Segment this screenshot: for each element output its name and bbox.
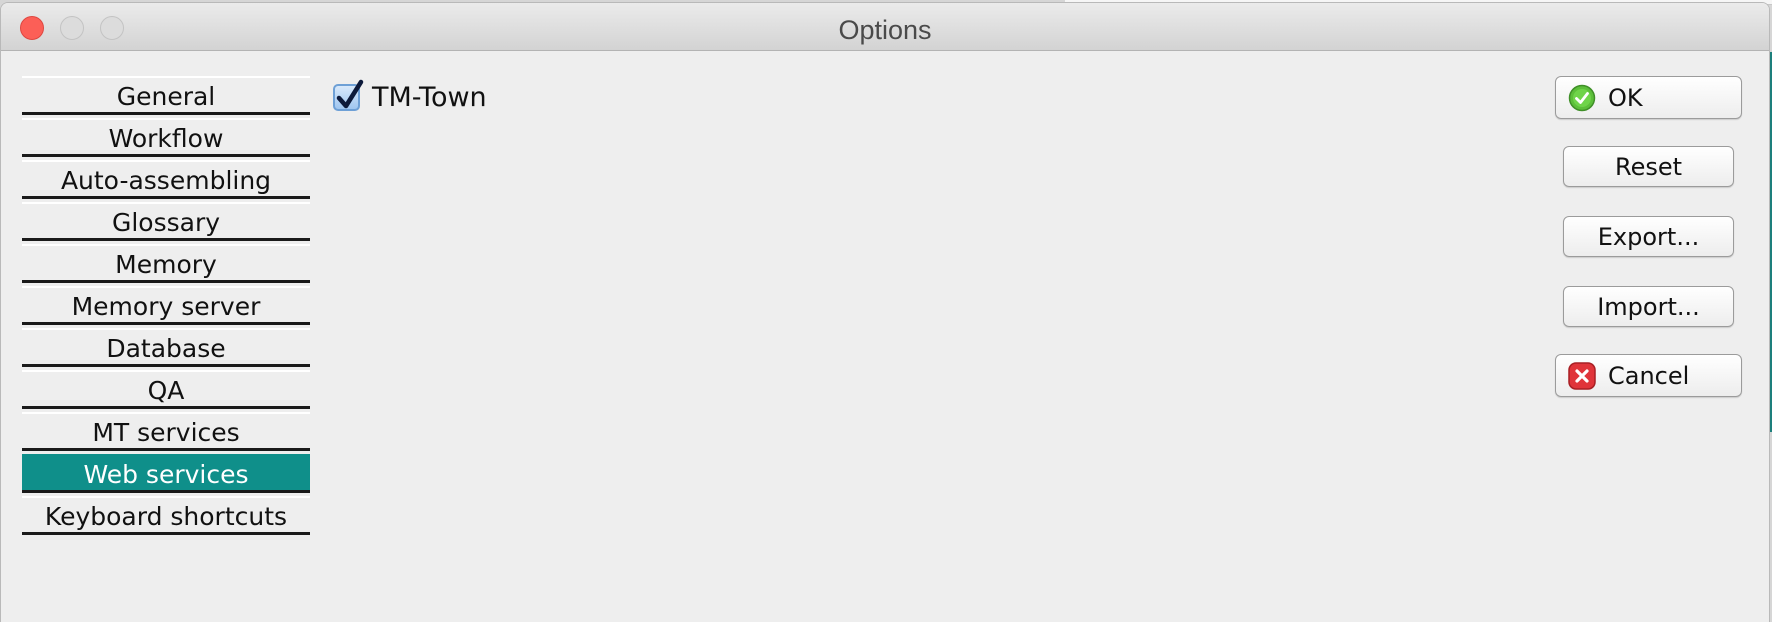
sidebar-item-mt-services[interactable]: MT services: [22, 412, 310, 451]
tmtown-option: TM-Town: [333, 79, 487, 115]
options-dialog: Options General Workflow Auto-assembling…: [1, 3, 1769, 622]
options-category-list: General Workflow Auto-assembling Glossar…: [22, 76, 310, 538]
sidebar-item-workflow[interactable]: Workflow: [22, 118, 310, 157]
export-button-label: Export...: [1597, 222, 1700, 251]
title-bar: Options: [1, 3, 1769, 51]
cancel-button-label: Cancel: [1608, 361, 1690, 390]
import-button-label: Import...: [1597, 292, 1700, 321]
close-x-icon: [1568, 361, 1596, 390]
sidebar-item-qa[interactable]: QA: [22, 370, 310, 409]
checkmark-icon: [336, 79, 364, 108]
window-title: Options: [838, 15, 932, 45]
sidebar-item-database[interactable]: Database: [22, 328, 310, 367]
reset-button[interactable]: Reset: [1563, 146, 1734, 187]
sidebar-item-keyboard-shortcuts[interactable]: Keyboard shortcuts: [22, 496, 310, 535]
sidebar-item-glossary[interactable]: Glossary: [22, 202, 310, 241]
reset-button-label: Reset: [1614, 152, 1683, 181]
sidebar-item-auto-assembling[interactable]: Auto-assembling: [22, 160, 310, 199]
import-button[interactable]: Import...: [1563, 286, 1734, 327]
export-button[interactable]: Export...: [1563, 216, 1734, 257]
sidebar-item-memory-server[interactable]: Memory server: [22, 286, 310, 325]
sidebar-item-memory[interactable]: Memory: [22, 244, 310, 283]
sidebar-item-web-services[interactable]: Web services: [22, 454, 310, 493]
sidebar-item-general[interactable]: General: [22, 76, 310, 115]
tmtown-label: TM-Town: [372, 81, 487, 113]
check-circle-icon: [1568, 84, 1596, 111]
cancel-button[interactable]: Cancel: [1555, 354, 1742, 397]
ok-button[interactable]: OK: [1555, 76, 1742, 119]
ok-button-label: OK: [1608, 83, 1643, 112]
tmtown-checkbox[interactable]: [333, 79, 364, 111]
